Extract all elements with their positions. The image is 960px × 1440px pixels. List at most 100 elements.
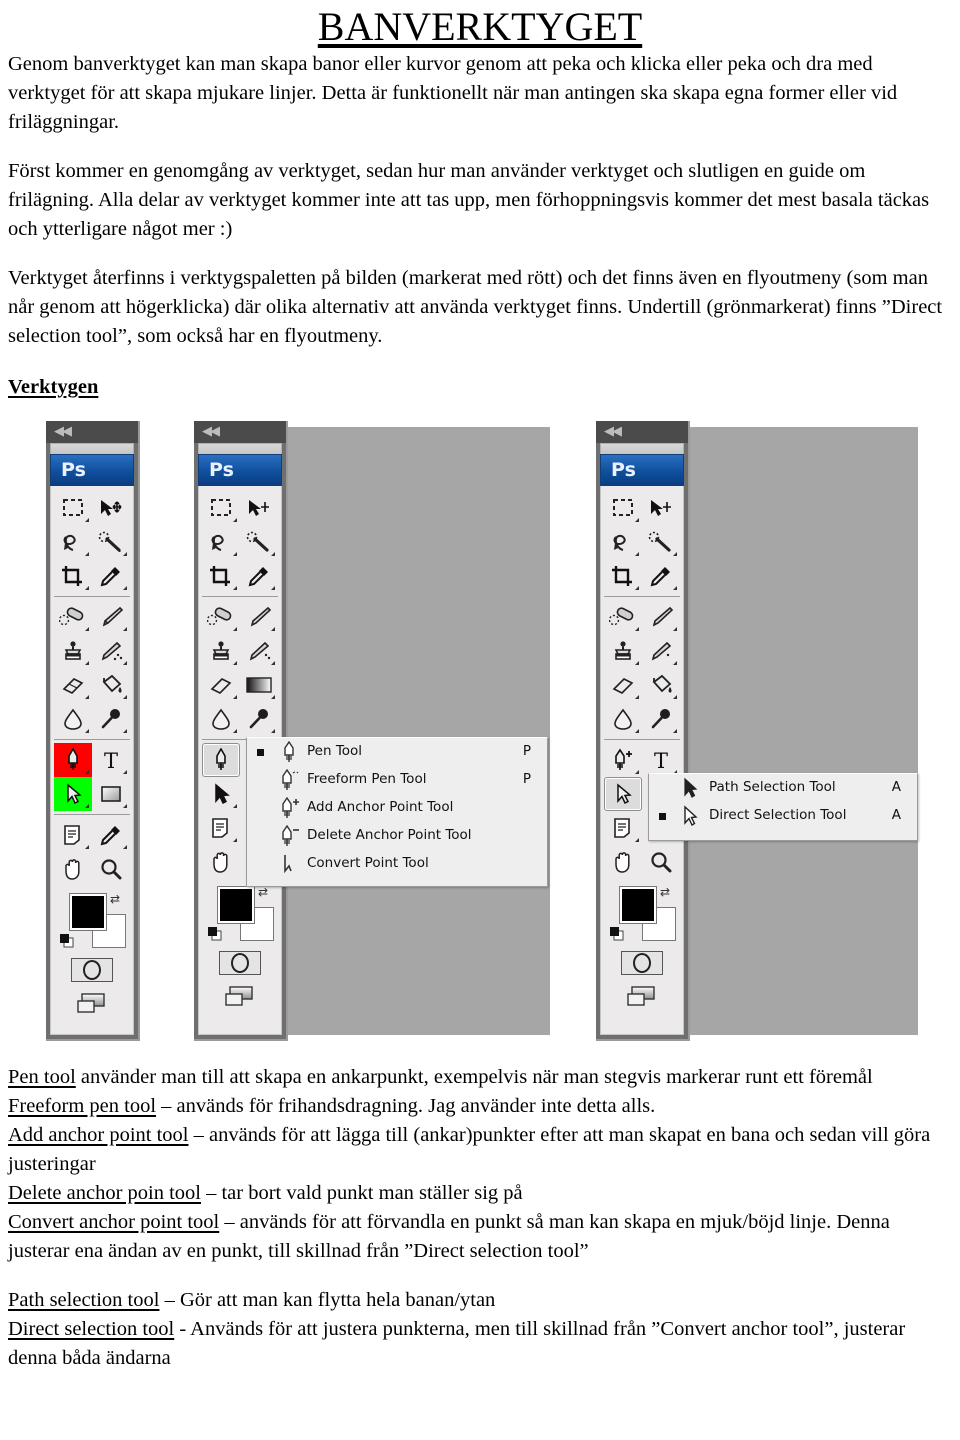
spot-healing-brush-tool-icon[interactable] (202, 600, 240, 634)
rectangle-shape-tool-icon[interactable] (92, 777, 130, 811)
hand-tool-icon[interactable] (54, 852, 92, 886)
default-colors-icon[interactable] (208, 927, 222, 941)
move-tool-icon[interactable] (642, 491, 680, 525)
brush-tool-icon[interactable] (92, 600, 130, 634)
marquee-tool-icon[interactable] (604, 491, 642, 525)
clone-stamp-tool-icon[interactable] (202, 634, 240, 668)
brush-tool-icon[interactable] (642, 600, 680, 634)
lasso-tool-icon[interactable] (202, 525, 240, 559)
color-swatches[interactable]: ⇄ (54, 892, 130, 954)
spot-healing-brush-tool-icon[interactable] (54, 600, 92, 634)
crop-tool-icon[interactable] (604, 559, 642, 593)
blur-tool-icon[interactable] (54, 702, 92, 736)
lasso-tool-icon[interactable] (54, 525, 92, 559)
selection-tool-flyout-menu[interactable]: Path Selection Tool A Direct Selection Too… (648, 773, 918, 841)
pen-tool-icon-highlighted[interactable] (54, 743, 92, 777)
screen-mode-icon[interactable] (620, 985, 664, 1011)
move-tool-icon[interactable] (240, 491, 278, 525)
toolbar-screenshots-figure: ◀◀ Ps T ⇄ ◀◀ Ps ⇄ Pen Tool P Freeform Pe… (0, 413, 960, 1053)
eyedropper-tool-icon[interactable] (240, 559, 278, 593)
crop-tool-icon[interactable] (54, 559, 92, 593)
marquee-tool-icon[interactable] (54, 491, 92, 525)
default-colors-icon[interactable] (60, 934, 74, 948)
brush-tool-icon[interactable] (240, 600, 278, 634)
quick-selection-tool-icon[interactable] (240, 525, 278, 559)
eraser-tool-icon[interactable] (202, 668, 240, 702)
selection-flyout-item[interactable]: Path Selection Tool A (649, 774, 917, 802)
clone-stamp-tool-icon[interactable] (54, 634, 92, 668)
dodge-tool-icon[interactable] (240, 702, 278, 736)
crop-tool-icon[interactable] (202, 559, 240, 593)
foreground-color-swatch[interactable] (217, 886, 255, 924)
screen-mode-icon[interactable] (218, 985, 262, 1011)
history-brush-tool-icon[interactable] (92, 634, 130, 668)
screen-mode-icon[interactable] (70, 992, 114, 1018)
foreground-color-swatch[interactable] (69, 893, 107, 931)
selection-flyout-item[interactable]: Direct Selection Tool A (649, 802, 917, 830)
selected-marker-icon (659, 813, 666, 820)
dodge-tool-icon[interactable] (92, 702, 130, 736)
tool-description-line-term: Pen tool (8, 1066, 76, 1088)
eyedropper-tool-icon[interactable] (92, 559, 130, 593)
intro-paragraph-2: Först kommer en genomgång av verktyget, … (8, 160, 930, 240)
photoshop-panel-3: ◀◀ Ps T ⇄ (596, 421, 690, 1041)
tool-description-line-body: använder man till att skapa en ankarpunk… (75, 1066, 873, 1088)
paint-bucket-tool-icon[interactable] (642, 668, 680, 702)
notes-tool-icon[interactable] (202, 811, 240, 845)
clone-stamp-tool-icon[interactable] (604, 634, 642, 668)
color-swatches[interactable]: ⇄ (202, 885, 278, 947)
history-brush-tool-icon[interactable] (642, 634, 680, 668)
eraser-tool-icon[interactable] (604, 668, 642, 702)
swap-colors-icon[interactable]: ⇄ (110, 892, 120, 906)
zoom-tool-icon[interactable] (92, 852, 130, 886)
pen-tool-icon-selected[interactable] (202, 743, 240, 777)
default-colors-icon[interactable] (610, 927, 624, 941)
pen-flyout-item[interactable]: Freeform Pen Tool P (247, 766, 547, 794)
panel-2-collapse-bar[interactable]: ◀◀ (194, 421, 286, 443)
direct-selection-tool-icon[interactable] (202, 777, 240, 811)
pen-flyout-item[interactable]: Pen Tool P (247, 738, 547, 766)
add-anchor-point-tool-icon[interactable] (604, 743, 642, 777)
hand-tool-icon[interactable] (604, 845, 642, 879)
quick-mask-toggle-icon[interactable] (71, 958, 113, 982)
eyedropper-tool-icon[interactable] (642, 559, 680, 593)
panel-1-collapse-bar[interactable]: ◀◀ (46, 421, 138, 443)
path-selection-tool-icon-selected[interactable] (604, 777, 642, 811)
blur-tool-icon[interactable] (202, 702, 240, 736)
hand-tool-icon[interactable] (202, 845, 240, 879)
svg-text:T: T (104, 749, 118, 771)
panel-2-tabstrip (198, 443, 282, 454)
swap-colors-icon[interactable]: ⇄ (660, 885, 670, 899)
marquee-tool-icon[interactable] (202, 491, 240, 525)
history-brush-tool-icon[interactable] (240, 634, 278, 668)
blur-tool-icon[interactable] (604, 702, 642, 736)
collapse-arrows-icon: ◀◀ (604, 424, 622, 439)
swap-colors-icon[interactable]: ⇄ (258, 885, 268, 899)
eyedropper-secondary-icon[interactable] (92, 818, 130, 852)
type-tool-icon[interactable]: T (642, 743, 680, 777)
pen-tool-flyout-menu[interactable]: Pen Tool P Freeform Pen Tool P Add Anchor Po… (246, 737, 548, 887)
pen-flyout-item[interactable]: Add Anchor Point Tool (247, 794, 547, 822)
type-tool-icon[interactable]: T (92, 743, 130, 777)
zoom-tool-icon[interactable] (642, 845, 680, 879)
color-swatches[interactable]: ⇄ (604, 885, 680, 947)
quick-selection-tool-icon[interactable] (642, 525, 680, 559)
paint-bucket-tool-icon[interactable] (92, 668, 130, 702)
dodge-tool-icon[interactable] (642, 702, 680, 736)
quick-mask-toggle-icon[interactable] (621, 951, 663, 975)
notes-tool-icon[interactable] (604, 811, 642, 845)
quick-mask-toggle-icon[interactable] (219, 951, 261, 975)
eraser-tool-icon[interactable] (54, 668, 92, 702)
pen-flyout-item[interactable]: Delete Anchor Point Tool (247, 822, 547, 850)
foreground-color-swatch[interactable] (619, 886, 657, 924)
document-page: BANVERKTYGET Genom banverktyget kan man … (0, 4, 960, 1440)
lasso-tool-icon[interactable] (604, 525, 642, 559)
panel-3-collapse-bar[interactable]: ◀◀ (596, 421, 688, 443)
spot-healing-brush-tool-icon[interactable] (604, 600, 642, 634)
move-tool-icon[interactable] (92, 491, 130, 525)
pen-flyout-item[interactable]: Convert Point Tool (247, 850, 547, 878)
direct-selection-tool-icon-highlighted[interactable] (54, 777, 92, 811)
notes-tool-icon[interactable] (54, 818, 92, 852)
quick-selection-tool-icon[interactable] (92, 525, 130, 559)
gradient-tool-icon[interactable] (240, 668, 278, 702)
